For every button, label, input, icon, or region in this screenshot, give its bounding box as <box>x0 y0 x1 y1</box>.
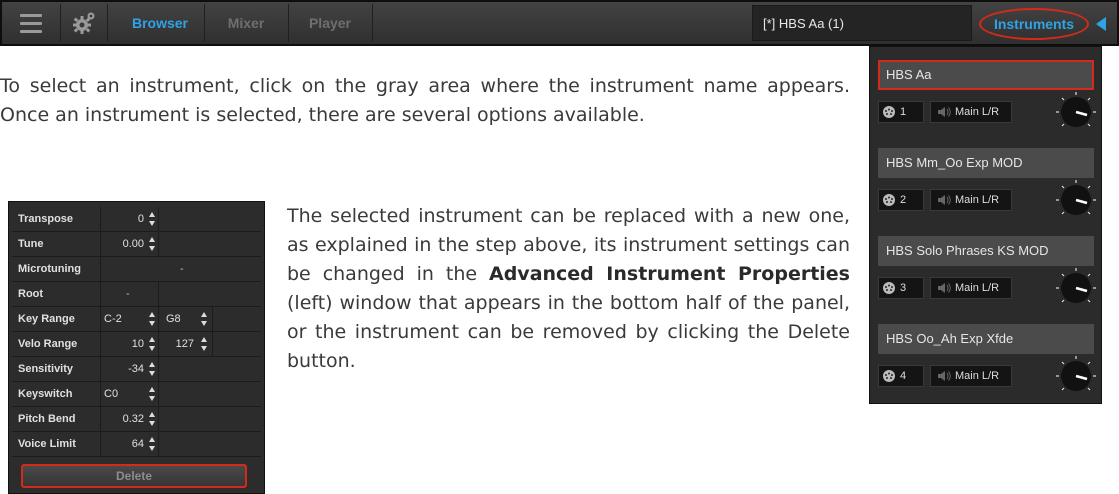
volume-knob[interactable] <box>1054 266 1098 310</box>
transpose-value[interactable]: 0 <box>104 207 144 231</box>
gear-icon[interactable] <box>60 4 108 42</box>
tune-value[interactable]: 0.00 <box>104 232 144 256</box>
output-select[interactable]: Main L/R <box>930 277 1012 299</box>
midi-channel-value: 3 <box>900 282 907 294</box>
output-select[interactable]: Main L/R <box>930 365 1012 387</box>
output-label: Main L/R <box>955 370 1000 382</box>
instruments-label: Instruments <box>993 16 1075 32</box>
property-label: Voice Limit <box>18 438 76 450</box>
velo-range-low-value[interactable]: 10 <box>104 332 144 356</box>
stepper-icon[interactable] <box>201 312 208 326</box>
output-label: Main L/R <box>955 194 1000 206</box>
speaker-icon <box>938 283 951 293</box>
midi-channel[interactable]: 1 <box>878 101 924 123</box>
midi-channel[interactable]: 4 <box>878 365 924 387</box>
midi-channel-value: 2 <box>900 194 907 206</box>
delete-label: Delete <box>115 469 153 483</box>
property-label: Transpose <box>18 213 74 225</box>
property-row-tune: Tune 0.00 <box>12 232 261 257</box>
key-range-low-value[interactable]: C-2 <box>104 307 144 331</box>
property-label: Tune <box>18 238 44 250</box>
volume-knob[interactable] <box>1054 354 1098 398</box>
property-label: Sensitivity <box>18 363 74 375</box>
stepper-icon[interactable] <box>149 312 156 326</box>
property-row-sensitivity: Sensitivity -34 <box>12 357 261 382</box>
midi-channel[interactable]: 2 <box>878 189 924 211</box>
output-select[interactable]: Main L/R <box>930 101 1012 123</box>
output-label: Main L/R <box>955 282 1000 294</box>
top-toolbar: Browser Mixer Player [*] HBS Aa (1) Inst… <box>0 0 1119 46</box>
instrument-slot[interactable]: HBS Solo Phrases KS MOD 3 Main L/R <box>878 236 1096 315</box>
instrument-slot[interactable]: HBS Oo_Ah Exp Xfde 4 Main L/R <box>878 324 1096 403</box>
triangle-left-icon[interactable] <box>1096 17 1106 31</box>
tab-browser[interactable]: Browser <box>116 4 205 42</box>
voice-limit-value[interactable]: 64 <box>104 432 144 456</box>
property-row-pitch-bend: Pitch Bend 0.32 <box>12 407 261 432</box>
stepper-icon[interactable] <box>149 412 156 426</box>
instrument-name[interactable]: HBS Oo_Ah Exp Xfde <box>878 324 1094 354</box>
instrument-name[interactable]: HBS Mm_Oo Exp MOD <box>878 148 1094 178</box>
explanation-paragraph: The selected instrument can be replaced … <box>287 202 850 376</box>
instrument-slot[interactable]: HBS Mm_Oo Exp MOD 2 Main L/R <box>878 148 1096 227</box>
stepper-icon[interactable] <box>149 237 156 251</box>
midi-connector-icon <box>883 370 895 382</box>
sensitivity-value[interactable]: -34 <box>104 357 144 381</box>
tab-mixer[interactable]: Mixer <box>204 4 289 42</box>
hamburger-menu-icon[interactable] <box>8 4 54 42</box>
property-row-key-range: Key Range C-2 G8 <box>12 307 261 332</box>
advanced-instrument-properties: Transpose 0 Tune 0.00 Microtuning - Root… <box>8 201 265 494</box>
root-value[interactable]: - <box>126 282 130 306</box>
midi-channel-value: 4 <box>900 370 907 382</box>
instrument-name[interactable]: HBS Aa <box>878 60 1094 90</box>
tab-player[interactable]: Player <box>288 4 373 42</box>
velo-range-high-value[interactable]: 127 <box>166 332 194 356</box>
stepper-icon[interactable] <box>149 362 156 376</box>
property-row-voice-limit: Voice Limit 64 <box>12 432 261 457</box>
property-label: Root <box>18 288 44 300</box>
midi-channel[interactable]: 3 <box>878 277 924 299</box>
explanation-text-end: (left) window that appears in the bottom… <box>287 292 850 372</box>
pitch-bend-value[interactable]: 0.32 <box>104 407 144 431</box>
stepper-icon[interactable] <box>149 437 156 451</box>
midi-connector-icon <box>883 194 895 206</box>
instrument-rack: HBS Aa 1 Main L/R HBS Mm_Oo Exp MOD 2 Ma… <box>869 46 1102 404</box>
speaker-icon <box>938 195 951 205</box>
instrument-name[interactable]: HBS Solo Phrases KS MOD <box>878 236 1094 266</box>
property-row-keyswitch: Keyswitch C0 <box>12 382 261 407</box>
preset-name-field[interactable]: [*] HBS Aa (1) <box>752 5 972 41</box>
instruments-button[interactable]: Instruments <box>979 8 1089 40</box>
speaker-icon <box>938 371 951 381</box>
property-label: Pitch Bend <box>18 413 76 425</box>
microtuning-value[interactable]: - <box>180 257 184 281</box>
stepper-icon[interactable] <box>149 387 156 401</box>
midi-channel-value: 1 <box>900 106 907 118</box>
volume-knob[interactable] <box>1054 178 1098 222</box>
output-label: Main L/R <box>955 106 1000 118</box>
advanced-instrument-properties-term: Advanced Instrument Properties <box>489 263 850 285</box>
property-label: Key Range <box>18 313 75 325</box>
stepper-icon[interactable] <box>201 337 208 351</box>
stepper-icon[interactable] <box>149 337 156 351</box>
property-label: Keyswitch <box>18 388 73 400</box>
stepper-icon[interactable] <box>149 212 156 226</box>
property-row-velo-range: Velo Range 10 127 <box>12 332 261 357</box>
property-label: Velo Range <box>18 338 78 350</box>
midi-connector-icon <box>883 282 895 294</box>
property-label: Microtuning <box>18 263 81 275</box>
intro-paragraph: To select an instrument, click on the gr… <box>0 75 850 126</box>
keyswitch-value[interactable]: C0 <box>104 382 144 406</box>
speaker-icon <box>938 107 951 117</box>
instrument-slot[interactable]: HBS Aa 1 Main L/R <box>878 60 1096 139</box>
property-row-root: Root - <box>12 282 261 307</box>
property-row-microtuning: Microtuning - <box>12 257 261 282</box>
key-range-high-value[interactable]: G8 <box>166 307 194 331</box>
property-row-transpose: Transpose 0 <box>12 207 261 232</box>
output-select[interactable]: Main L/R <box>930 189 1012 211</box>
midi-connector-icon <box>883 106 895 118</box>
delete-button[interactable]: Delete <box>21 464 247 488</box>
volume-knob[interactable] <box>1054 90 1098 134</box>
